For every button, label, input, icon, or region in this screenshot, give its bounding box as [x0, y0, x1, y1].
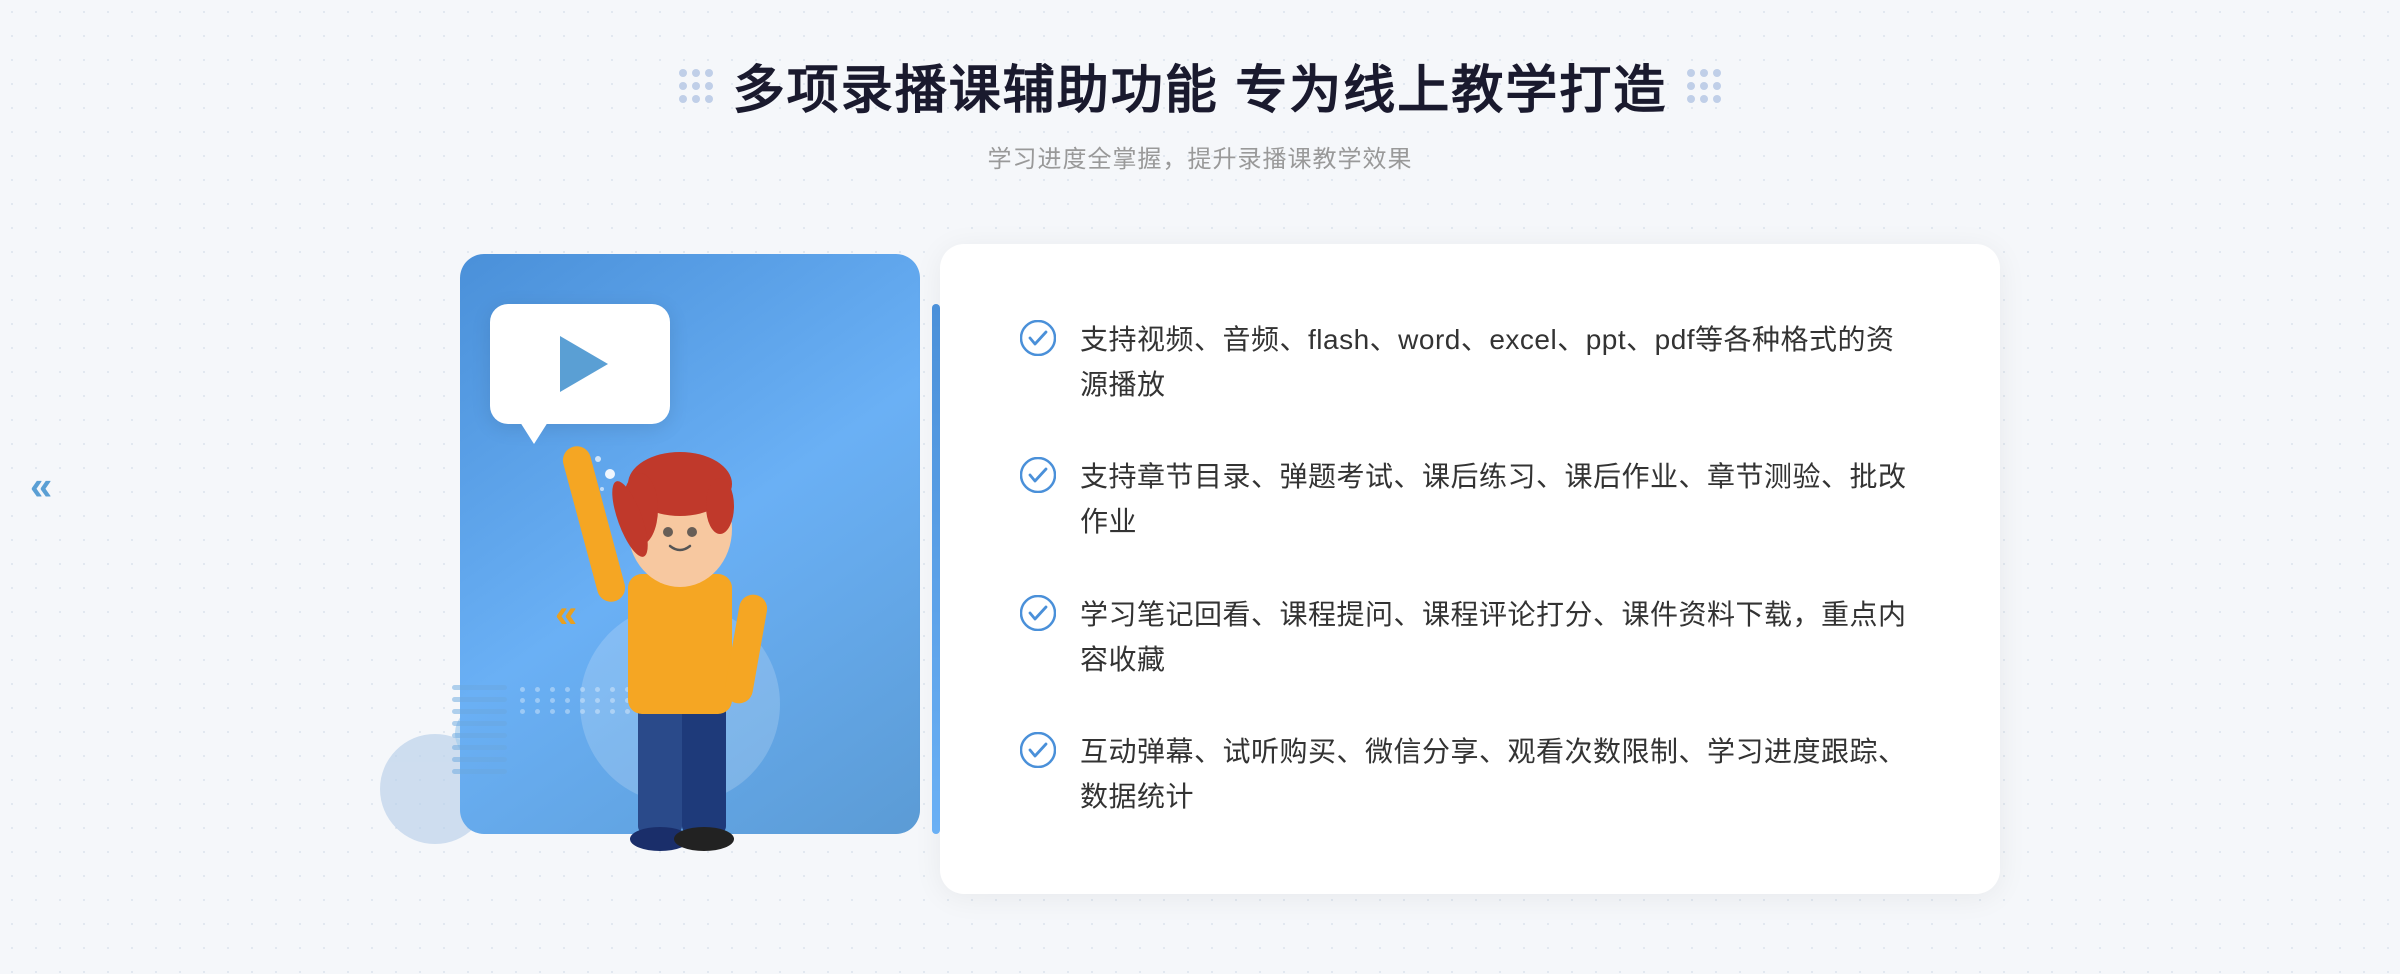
illustration-panel: «: [400, 224, 960, 904]
content-area: «: [400, 214, 2000, 914]
feature-text-1: 支持视频、音频、flash、word、excel、ppt、pdf等各种格式的资源…: [1080, 318, 1920, 408]
feature-item-1: 支持视频、音频、flash、word、excel、ppt、pdf等各种格式的资源…: [1020, 318, 1920, 408]
feature-item-2: 支持章节目录、弹题考试、课后练习、课后作业、章节测验、批改作业: [1020, 455, 1920, 545]
features-panel: 支持视频、音频、flash、word、excel、ppt、pdf等各种格式的资源…: [940, 244, 2000, 894]
header-left-decoration: [679, 69, 713, 103]
feature-item-4: 互动弹幕、试听购买、微信分享、观看次数限制、学习进度跟踪、数据统计: [1020, 730, 1920, 820]
left-arrow-decoration: «: [30, 465, 52, 510]
feature-item-3: 学习笔记回看、课程提问、课程评论打分、课件资料下载，重点内容收藏: [1020, 593, 1920, 683]
check-icon-4: [1020, 732, 1056, 768]
accent-bar: [932, 304, 940, 834]
feature-text-4: 互动弹幕、试听购买、微信分享、观看次数限制、学习进度跟踪、数据统计: [1080, 730, 1920, 820]
header-right-decoration: [1687, 69, 1721, 103]
header-section: 多项录播课辅助功能 专为线上教学打造 学习进度全掌握，提升录播课教学效果: [679, 48, 1721, 174]
check-icon-1: [1020, 320, 1056, 356]
feature-text-2: 支持章节目录、弹题考试、课后练习、课后作业、章节测验、批改作业: [1080, 455, 1920, 545]
stripe-decoration: [452, 685, 507, 774]
feature-text-3: 学习笔记回看、课程提问、课程评论打分、课件资料下载，重点内容收藏: [1080, 593, 1920, 683]
page-title: 多项录播课辅助功能 专为线上教学打造: [733, 48, 1667, 123]
check-icon-3: [1020, 595, 1056, 631]
page-subtitle: 学习进度全掌握，提升录播课教学效果: [679, 139, 1721, 174]
character-illustration: [520, 344, 840, 904]
check-icon-2: [1020, 457, 1056, 493]
